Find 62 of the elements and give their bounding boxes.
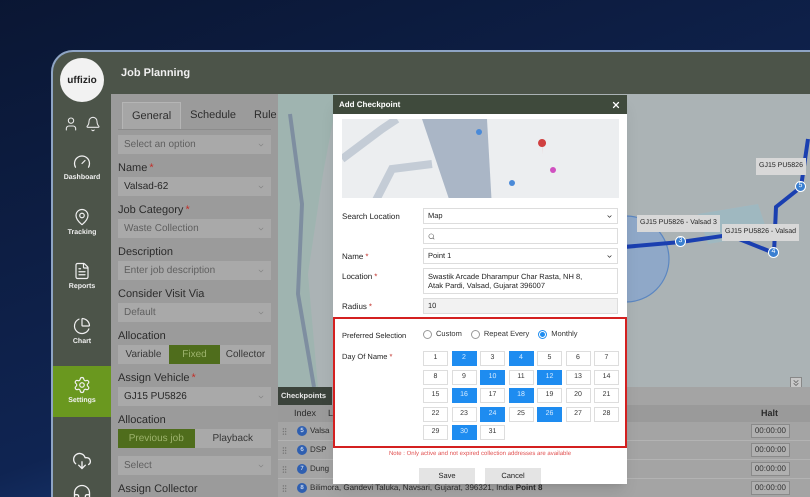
field-label: Radius [342, 301, 367, 313]
drag-handle-icon[interactable] [280, 446, 289, 454]
page-title: Job Planning [121, 66, 190, 81]
halt-input[interactable]: 00:00:00 [750, 443, 790, 457]
field-label: Job Category [118, 203, 184, 217]
cloud-download-icon[interactable] [72, 451, 92, 471]
required-mark: * [149, 161, 154, 175]
field-label: Assign Vehicle [118, 371, 190, 385]
select-field[interactable]: Valsad-62 [118, 177, 271, 196]
form-tab[interactable]: Rule [245, 102, 278, 129]
headset-icon[interactable] [72, 483, 92, 497]
field-label: Description [118, 245, 174, 259]
user-icon[interactable] [63, 116, 79, 132]
location-cell: DSP [310, 444, 326, 456]
column-header: L [328, 406, 334, 420]
search-field[interactable] [423, 228, 618, 244]
collapse-icon[interactable] [790, 377, 802, 387]
column-header: Halt [760, 406, 778, 420]
required-mark: * [374, 271, 378, 283]
segment-option[interactable]: Playback [194, 429, 271, 448]
halt-input[interactable]: 00:00:00 [750, 424, 790, 438]
chevron-icon [606, 252, 613, 260]
bell-icon[interactable] [85, 116, 101, 132]
dialog-title: Add Checkpoint [339, 98, 400, 111]
required-mark: * [365, 251, 368, 263]
logo: uffizio [60, 58, 104, 102]
search-icon [428, 232, 435, 240]
field-label: Allocation [118, 413, 166, 427]
chevron-icon [606, 212, 613, 220]
radio-button[interactable] [538, 330, 548, 338]
radio-button[interactable] [470, 330, 480, 338]
field-label: Consider Visit Via [118, 287, 204, 301]
gauge-icon [73, 153, 91, 171]
field-label: Location [342, 271, 372, 283]
required-mark: * [368, 301, 372, 313]
pin-icon [73, 208, 91, 226]
halt-input[interactable]: 00:00:00 [750, 462, 790, 476]
drag-handle-icon[interactable] [280, 484, 289, 492]
pie-chart-icon [73, 316, 91, 334]
drag-handle-icon[interactable] [280, 464, 289, 474]
required-mark: * [192, 371, 196, 385]
required-mark: * [185, 203, 190, 217]
form-tab[interactable]: General [122, 102, 182, 129]
settings-icon [73, 376, 91, 394]
location-cell: Bilimora, Gandevi Taluka, Navsari, Gujarat, 396321, India Point 8 [310, 482, 542, 494]
field-label: Allocation [118, 329, 166, 343]
halt-input[interactable]: 00:00:00 [750, 481, 790, 495]
field-label: Name [342, 251, 364, 263]
document-icon [73, 262, 91, 280]
location-cell: Valsa [310, 425, 330, 437]
radio-button[interactable] [423, 330, 432, 338]
form-tab[interactable]: Schedule [181, 102, 246, 129]
segment-option[interactable]: Collector [220, 345, 271, 364]
field-label: Name [118, 161, 148, 175]
segment-option[interactable]: Variable [118, 345, 169, 364]
column-header: Index [294, 406, 316, 420]
location-cell: Dung [310, 463, 330, 475]
drag-handle-icon[interactable] [280, 426, 289, 436]
field-label: Search Location [342, 211, 400, 223]
select-field[interactable]: GJ15 PU5826 [118, 387, 271, 406]
close-icon[interactable] [611, 100, 621, 110]
field-label: Assign Collector [118, 482, 198, 496]
